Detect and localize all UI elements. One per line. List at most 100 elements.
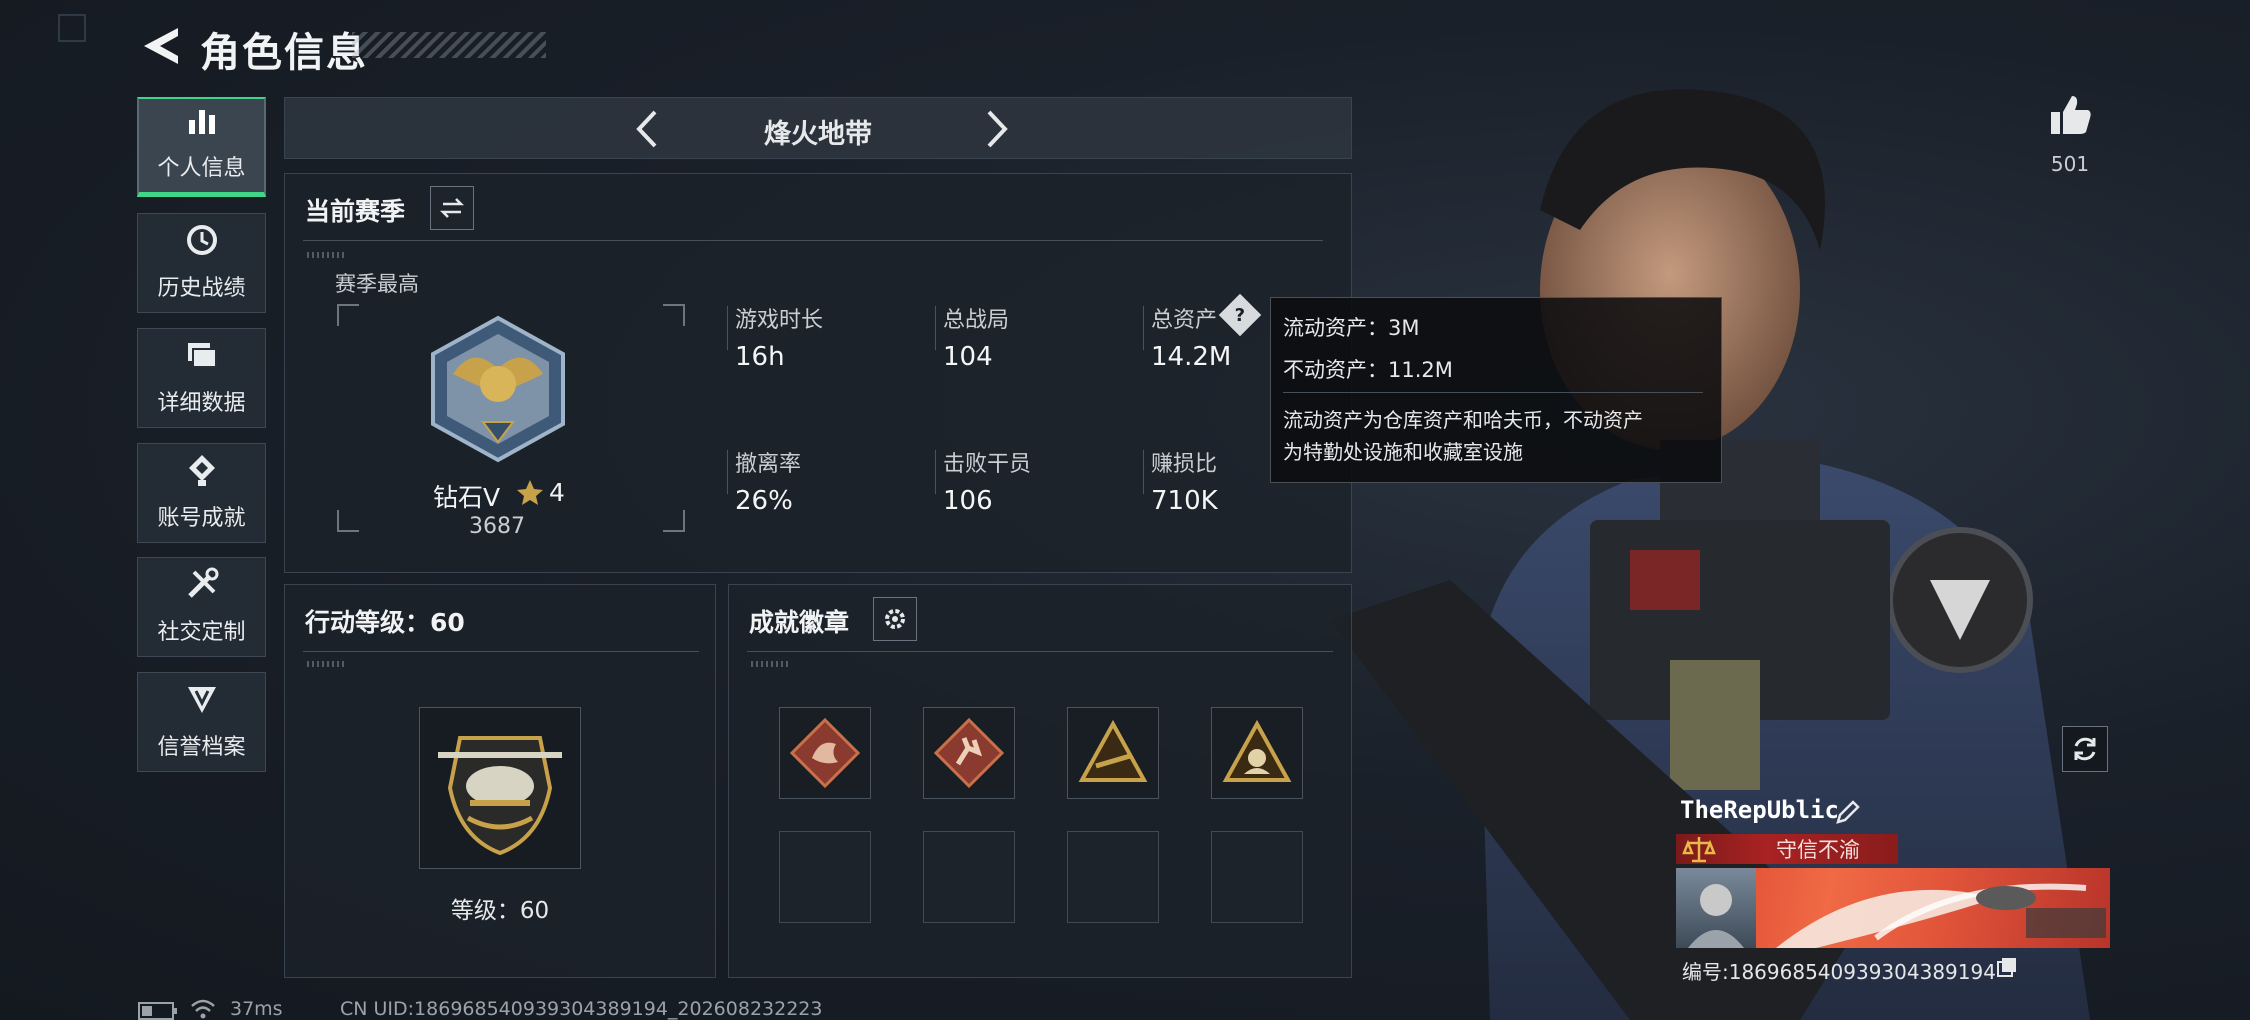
stat-value: 26% xyxy=(735,486,793,516)
sidebar-item-label: 个人信息 xyxy=(157,156,246,181)
edit-icon[interactable] xyxy=(1834,798,1862,826)
help-icon[interactable]: ? xyxy=(1218,293,1262,337)
sidebar-item-reputation[interactable]: 信誉档案 xyxy=(137,672,266,772)
frame-corner xyxy=(337,510,359,532)
rank-emblem-icon xyxy=(431,315,565,463)
sidebar-item-social[interactable]: 社交定制 xyxy=(137,557,266,657)
page-title: 角色信息 xyxy=(200,30,368,76)
divider xyxy=(303,651,699,652)
badges-panel: 成就徽章 xyxy=(728,584,1352,978)
divider xyxy=(1143,306,1144,350)
divider xyxy=(727,450,728,494)
divider xyxy=(935,306,936,350)
player-id-number: 编号:1869685409393043891​94 xyxy=(1682,960,1996,984)
player-name: TheRepUblic xyxy=(1680,796,1839,824)
title-stripes-decoration xyxy=(352,32,546,58)
star-icon xyxy=(517,480,543,505)
runner-badge-icon xyxy=(934,718,1004,788)
rank-name: 钻石V xyxy=(433,483,501,512)
frame-corner xyxy=(663,304,685,326)
sidebar-item-label: 详细数据 xyxy=(157,391,246,416)
badge-empty-slot[interactable] xyxy=(923,831,1015,923)
stat-value: 16h xyxy=(735,342,785,372)
player-title: 守信不渝 xyxy=(1776,838,1860,862)
swap-icon xyxy=(439,198,465,218)
stat-label: 撤离率 xyxy=(735,452,802,477)
season-best-label: 赛季最高 xyxy=(335,272,419,296)
level-text: 等级：60 xyxy=(450,898,550,924)
gear-icon xyxy=(885,609,905,629)
badge-slot[interactable] xyxy=(1067,707,1159,799)
sidebar-item-personal-info[interactable]: 个人信息 xyxy=(137,97,266,197)
mode-selector: 烽火地带 xyxy=(284,97,1352,159)
cn-uid: CN UID:186968540939304389194_20260823222… xyxy=(340,998,823,1020)
sidebar-item-details[interactable]: 详细数据 xyxy=(137,328,266,428)
rank-stars: 4 xyxy=(549,478,565,507)
divider xyxy=(1283,392,1703,393)
stat-value: 106 xyxy=(943,486,993,516)
tools-icon xyxy=(187,567,218,598)
stat-value: 104 xyxy=(943,342,993,372)
tooltip-desc-line1: 流动资产为仓库资产和哈夫币，不动资产 xyxy=(1283,408,1643,432)
season-switch-button[interactable] xyxy=(430,186,474,230)
stat-label: 击败干员 xyxy=(943,452,1032,477)
dragon-badge-icon xyxy=(790,718,860,788)
action-level-panel: 行动等级：60 等级：60 xyxy=(284,584,716,978)
divider xyxy=(303,240,1323,241)
stat-label: 游戏时长 xyxy=(735,308,824,333)
thumbs-up-icon[interactable] xyxy=(2048,92,2094,138)
history-icon xyxy=(186,225,217,255)
divider xyxy=(1143,450,1144,494)
season-title: 当前赛季 xyxy=(305,197,406,226)
sidebar-item-label: 账号成就 xyxy=(157,506,246,531)
badge-empty-slot[interactable] xyxy=(1067,831,1159,923)
sidebar-item-achievements[interactable]: 账号成就 xyxy=(137,443,266,543)
helicopter-emblem-icon xyxy=(438,736,562,856)
divider xyxy=(747,651,1333,652)
badge-settings-button[interactable] xyxy=(873,597,917,641)
sidebar-item-history[interactable]: 历史战绩 xyxy=(137,213,266,313)
copy-icon[interactable] xyxy=(1996,956,2018,978)
stat-label: 总资产 xyxy=(1151,308,1218,333)
stripe-decoration xyxy=(307,661,347,667)
stat-label: 赚损比 xyxy=(1151,452,1218,477)
corner-decoration xyxy=(58,14,86,42)
bar-chart-icon xyxy=(188,110,215,134)
badge-empty-slot[interactable] xyxy=(779,831,871,923)
achievement-icon xyxy=(188,455,215,486)
assets-tooltip: 流动资产：3M 不动资产：11.2M 流动资产为仓库资产和哈夫币，不动资产 为特… xyxy=(1270,297,1722,483)
mode-label: 烽火地带 xyxy=(764,119,872,150)
back-arrow-icon[interactable] xyxy=(138,22,186,70)
refresh-icon xyxy=(2074,737,2096,761)
stripe-decoration xyxy=(307,252,347,258)
season-panel: 当前赛季 赛季最高 钻石V 4 3687 游戏时长 16h 总战局 104 总资… xyxy=(284,173,1352,573)
divider xyxy=(935,450,936,494)
player-banner xyxy=(1676,868,2110,948)
player-title-bar: 守信不渝 xyxy=(1676,834,1898,864)
folder-icon xyxy=(187,343,217,368)
sidebar-item-label: 社交定制 xyxy=(157,620,246,645)
avatar xyxy=(1676,868,1756,948)
operator-badge-icon xyxy=(1222,719,1292,782)
tooltip-liquid-assets: 流动资产：3M xyxy=(1283,316,1420,340)
tooltip-fixed-assets: 不动资产：11.2M xyxy=(1283,358,1453,382)
like-count: 501 xyxy=(2050,152,2090,176)
badge-slot[interactable] xyxy=(779,707,871,799)
stat-value: 14.2M xyxy=(1151,342,1232,372)
player-card: TheRepUblic 守信不渝 编号:1869685409393043891​… xyxy=(1672,790,2110,990)
shield-icon xyxy=(187,687,216,713)
badge-slot[interactable] xyxy=(923,707,1015,799)
wifi-icon xyxy=(191,999,215,1019)
stat-label: 总战局 xyxy=(943,308,1010,333)
sidebar-item-label: 历史战绩 xyxy=(157,276,246,301)
avatar-face-icon xyxy=(1688,884,1744,948)
chevron-right-icon[interactable] xyxy=(973,106,1019,152)
badges-title: 成就徽章 xyxy=(749,608,850,637)
sidebar-item-label: 信誉档案 xyxy=(157,735,246,760)
badge-slot[interactable] xyxy=(1211,707,1303,799)
divider xyxy=(727,306,728,350)
action-level-title: 行动等级：60 xyxy=(305,608,465,637)
badge-empty-slot[interactable] xyxy=(1211,831,1303,923)
refresh-button[interactable] xyxy=(2062,726,2108,772)
stripe-decoration xyxy=(751,661,791,667)
